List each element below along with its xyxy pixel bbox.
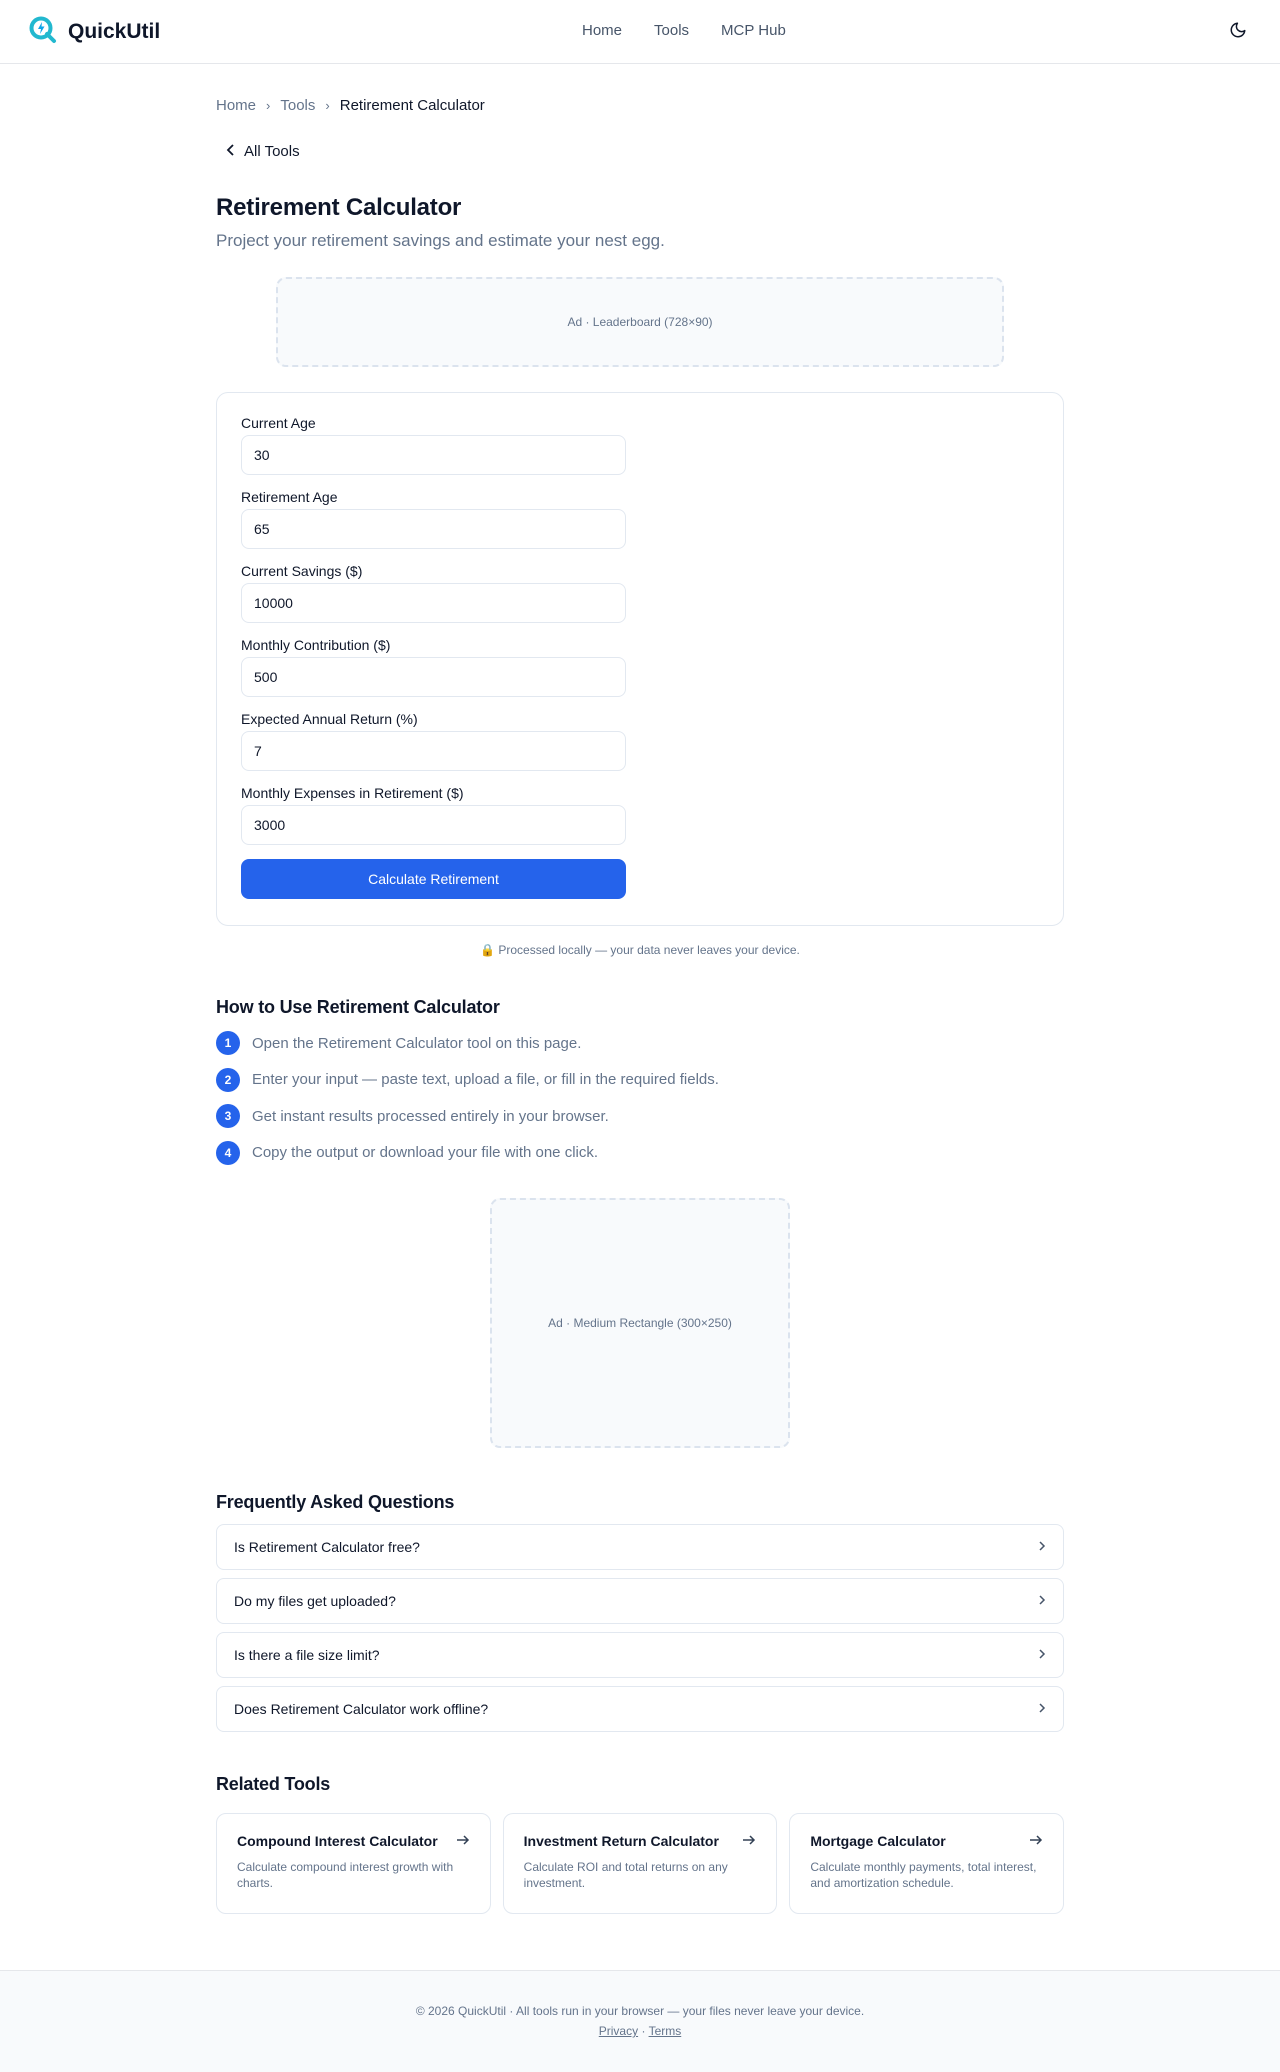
faq-question: Is Retirement Calculator free? <box>234 1538 420 1555</box>
faq-question: Do my files get uploaded? <box>234 1592 396 1609</box>
breadcrumb: Home › Tools › Retirement Calculator <box>216 97 1064 114</box>
page-title: Retirement Calculator <box>216 194 462 221</box>
monthly-contribution-input[interactable]: 500 <box>241 657 626 697</box>
step-text: Copy the output or download your file wi… <box>252 1144 599 1161</box>
faq-title: Frequently Asked Questions <box>216 1491 455 1512</box>
nav-home[interactable]: Home <box>582 22 622 39</box>
footer-copyright: © 2026 QuickUtil · All tools run in your… <box>415 2004 865 2018</box>
chevron-right-icon <box>1038 1647 1046 1663</box>
step-item: 3 Get instant results processed entirely… <box>216 1104 1064 1128</box>
all-tools-label: All Tools <box>244 143 300 160</box>
monthly-expenses-label: Monthly Expenses in Retirement ($) <box>241 785 464 801</box>
monthly-contribution-label: Monthly Contribution ($) <box>241 637 391 653</box>
step-number: 2 <box>216 1067 240 1092</box>
faq-question: Does Retirement Calculator work offline? <box>234 1700 489 1717</box>
related-tools-title: Related Tools <box>216 1773 331 1794</box>
current-age-field: Current Age 30 <box>241 415 626 475</box>
related-tools-grid: Compound Interest Calculator Calculate c… <box>216 1812 1065 1914</box>
related-tool-desc: Calculate ROI and total returns on any i… <box>523 1859 728 1890</box>
faq-item[interactable]: Is there a file size limit? <box>216 1631 1064 1678</box>
breadcrumb-tools[interactable]: Tools <box>280 97 315 114</box>
main-content: Home › Tools › Retirement Calculator All… <box>216 97 1065 1914</box>
related-tool-desc: Calculate compound interest growth with … <box>237 1859 454 1890</box>
arrow-right-icon <box>456 1833 470 1850</box>
arrow-right-icon <box>1029 1833 1043 1850</box>
chevron-right-icon: › <box>325 98 330 113</box>
calculator-form: Current Age 30 Retirement Age 65 Current… <box>216 392 1064 926</box>
related-tool-card[interactable]: Compound Interest Calculator Calculate c… <box>216 1812 491 1914</box>
nav-tools[interactable]: Tools <box>654 22 689 39</box>
current-savings-input[interactable]: 10000 <box>241 583 626 623</box>
related-tool-title: Mortgage Calculator <box>810 1833 946 1849</box>
ad-leaderboard-label: Ad · Leaderboard (728×90) <box>567 315 713 329</box>
annual-return-field: Expected Annual Return (%) 7 <box>241 711 626 771</box>
breadcrumb-current: Retirement Calculator <box>339 97 485 114</box>
step-number: 4 <box>216 1140 240 1165</box>
how-to-steps: 1 Open the Retirement Calculator tool on… <box>216 1031 1064 1165</box>
related-tool-desc: Calculate monthly payments, total intere… <box>810 1859 1037 1890</box>
retirement-age-input[interactable]: 65 <box>241 509 626 549</box>
nav-mcp-hub[interactable]: MCP Hub <box>721 22 786 39</box>
related-tool-card[interactable]: Investment Return Calculator Calculate R… <box>502 1812 778 1914</box>
terms-link[interactable]: Terms <box>649 2024 682 2038</box>
page-subtitle: Project your retirement savings and esti… <box>216 231 665 250</box>
ad-leaderboard: Ad · Leaderboard (728×90) <box>276 277 1004 367</box>
monthly-contribution-field: Monthly Contribution ($) 500 <box>241 637 626 697</box>
site-footer: © 2026 QuickUtil · All tools run in your… <box>0 1970 1280 2072</box>
moon-icon <box>1229 21 1247 43</box>
ad-medium-rectangle: Ad · Medium Rectangle (300×250) <box>490 1197 790 1448</box>
step-text: Get instant results processed entirely i… <box>252 1107 609 1125</box>
logo-icon <box>28 15 58 49</box>
annual-return-input[interactable]: 7 <box>241 731 626 771</box>
how-to-title: How to Use Retirement Calculator <box>216 997 500 1017</box>
main-nav: Home Tools MCP Hub <box>582 22 786 39</box>
chevron-right-icon <box>1038 1701 1046 1717</box>
step-number: 1 <box>216 1031 240 1055</box>
step-text: Open the Retirement Calculator tool on t… <box>252 1034 582 1052</box>
related-tool-title: Investment Return Calculator <box>523 1833 719 1849</box>
annual-return-label: Expected Annual Return (%) <box>241 711 418 727</box>
faq-list: Is Retirement Calculator free? Do my fil… <box>216 1523 1064 1732</box>
related-tool-title: Compound Interest Calculator <box>237 1833 438 1849</box>
how-to-section: How to Use Retirement Calculator 1 Open … <box>216 997 1064 1165</box>
breadcrumb-home[interactable]: Home <box>216 97 256 114</box>
current-savings-label: Current Savings ($) <box>241 563 363 579</box>
monthly-expenses-input[interactable]: 3000 <box>241 805 626 845</box>
step-item: 1 Open the Retirement Calculator tool on… <box>216 1031 1064 1055</box>
related-tool-card[interactable]: Mortgage Calculator Calculate monthly pa… <box>789 1812 1065 1914</box>
footer-separator: · <box>641 2024 646 2038</box>
brand-name: QuickUtil <box>68 19 161 43</box>
related-tools-section: Related Tools Compound Interest Calculat… <box>216 1773 1065 1914</box>
all-tools-link[interactable]: All Tools <box>226 143 300 160</box>
calculate-retirement-button[interactable]: Calculate Retirement <box>241 859 626 899</box>
brand[interactable]: QuickUtil <box>28 15 160 49</box>
faq-item[interactable]: Is Retirement Calculator free? <box>216 1523 1064 1570</box>
privacy-note: 🔒 Processed locally — your data never le… <box>480 943 800 957</box>
ad-rectangle-label: Ad · Medium Rectangle (300×250) <box>548 1315 732 1330</box>
privacy-link[interactable]: Privacy <box>599 2024 638 2038</box>
current-age-label: Current Age <box>241 415 316 431</box>
chevron-right-icon <box>1038 1593 1046 1609</box>
site-header: QuickUtil Home Tools MCP Hub <box>0 0 1280 64</box>
chevron-left-icon <box>226 143 236 160</box>
faq-question: Is there a file size limit? <box>234 1646 380 1663</box>
faq-section: Frequently Asked Questions Is Retirement… <box>216 1492 1064 1732</box>
step-number: 3 <box>216 1104 240 1128</box>
arrow-right-icon <box>742 1833 756 1850</box>
current-savings-field: Current Savings ($) 10000 <box>241 563 626 623</box>
footer-links: Privacy · Terms <box>0 2024 1280 2038</box>
step-item: 2 Enter your input — paste text, upload … <box>216 1067 1064 1092</box>
retirement-age-field: Retirement Age 65 <box>241 489 626 549</box>
step-item: 4 Copy the output or download your file … <box>216 1140 1064 1165</box>
retirement-age-label: Retirement Age <box>241 489 338 505</box>
theme-toggle-button[interactable] <box>1224 18 1252 46</box>
chevron-right-icon <box>1038 1539 1046 1555</box>
faq-item[interactable]: Do my files get uploaded? <box>216 1577 1064 1624</box>
monthly-expenses-field: Monthly Expenses in Retirement ($) 3000 <box>241 785 626 845</box>
current-age-input[interactable]: 30 <box>241 435 626 475</box>
faq-item[interactable]: Does Retirement Calculator work offline? <box>216 1685 1064 1732</box>
chevron-right-icon: › <box>266 98 271 113</box>
step-text: Enter your input — paste text, upload a … <box>252 1071 719 1088</box>
